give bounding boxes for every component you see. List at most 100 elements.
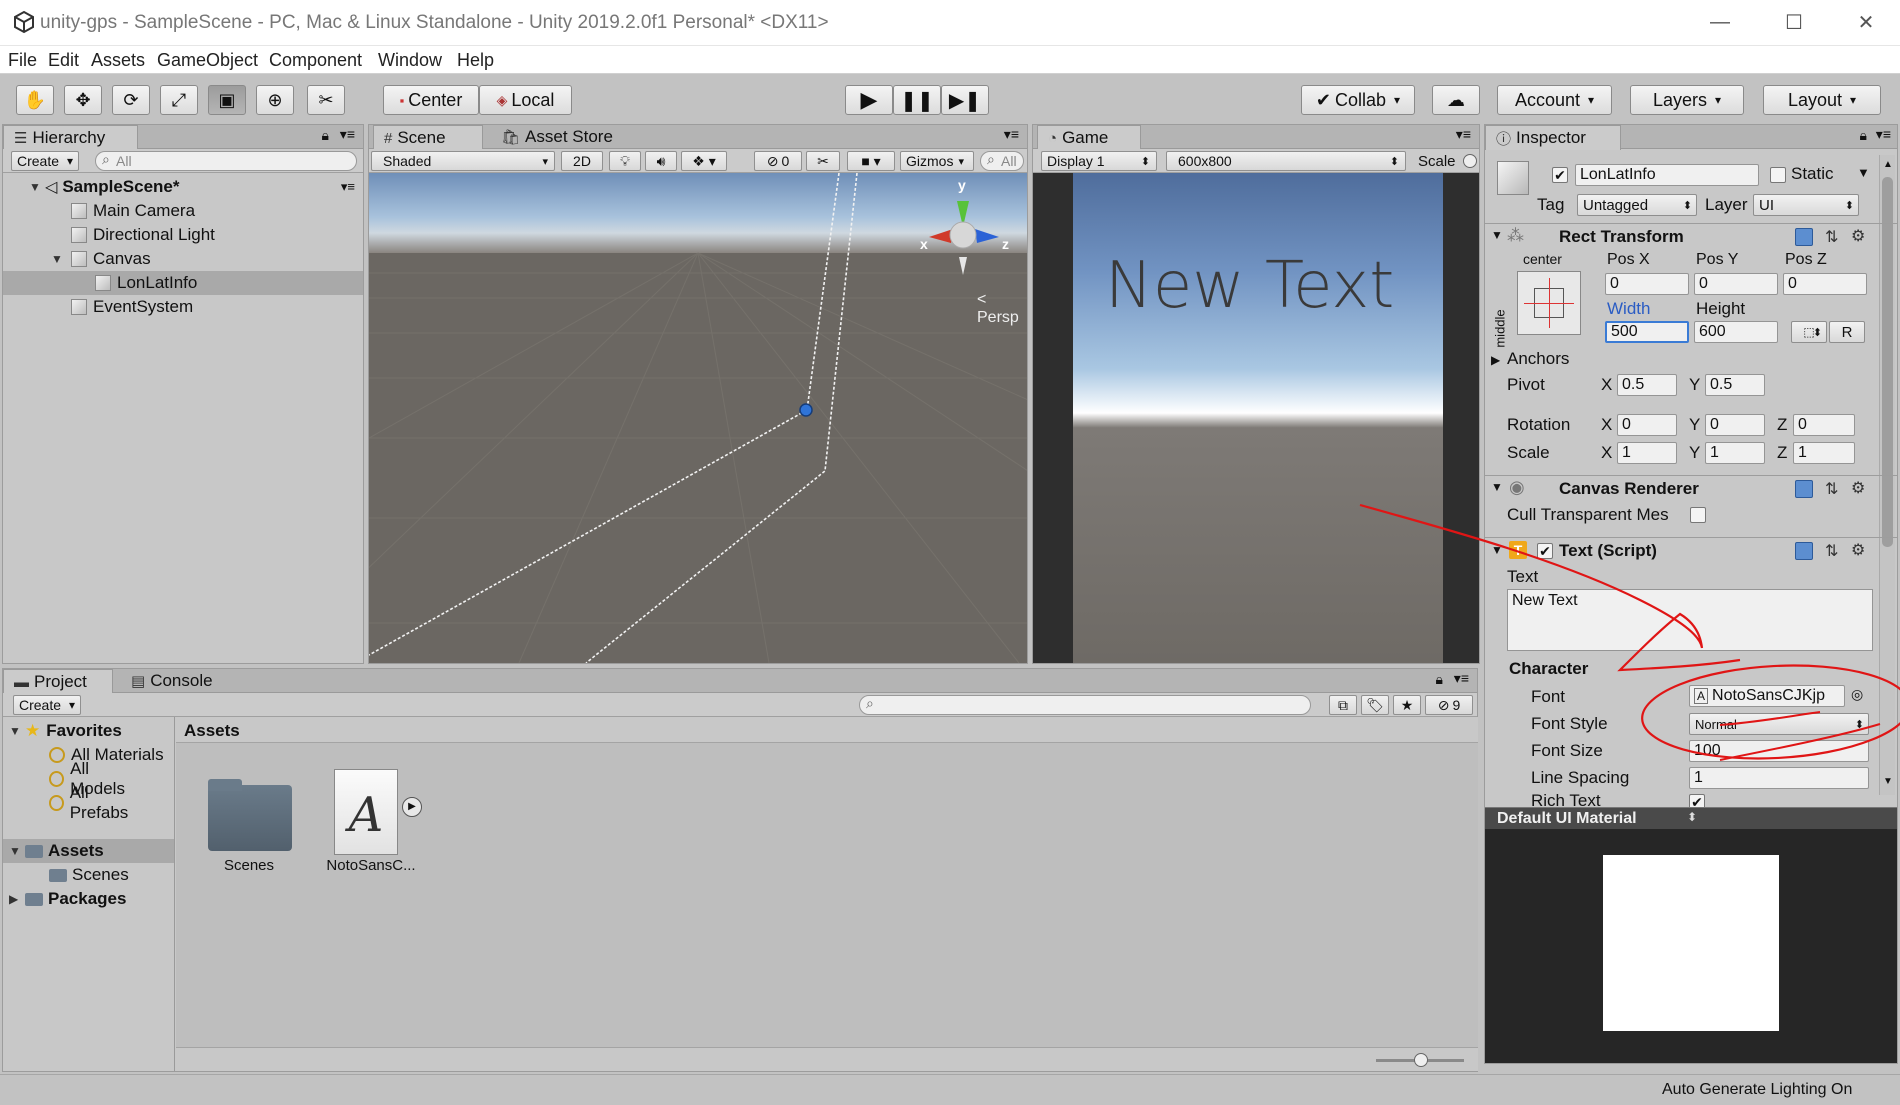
cloud-button[interactable]: ☁	[1432, 85, 1480, 115]
settings-gear-icon[interactable]: ⚙	[1851, 478, 1865, 498]
tab-scene[interactable]: # Scene	[373, 125, 483, 150]
scale-x-field[interactable]: 1	[1617, 442, 1677, 464]
text-area[interactable]: New Text	[1507, 589, 1873, 651]
width-field[interactable]: 500	[1605, 321, 1689, 343]
minimize-button[interactable]: —	[1700, 6, 1740, 38]
persp-label[interactable]: < Persp	[977, 291, 1027, 327]
scene-menu-icon[interactable]: ▾≡	[341, 179, 355, 195]
pos-z-field[interactable]: 0	[1783, 273, 1867, 295]
blueprint-mode-button[interactable]: ⬚	[1791, 321, 1827, 343]
presets-icon[interactable]: ⇅	[1825, 227, 1838, 247]
expand-arrow-icon[interactable]: ▼	[9, 724, 25, 738]
hierarchy-item-main-camera[interactable]: Main Camera	[3, 199, 363, 223]
hierarchy-search-input[interactable]: All	[95, 151, 357, 171]
hidden-packages-toggle[interactable]: ⊘ 9	[1425, 695, 1473, 715]
hierarchy-item-lonlatinfo[interactable]: LonLatInfo	[3, 271, 363, 295]
assets-folder-row[interactable]: ▼ Assets	[3, 839, 174, 863]
font-style-dropdown[interactable]: Normal	[1689, 713, 1869, 735]
effects-dropdown[interactable]: ❖ ▾	[681, 151, 727, 171]
hand-tool-button[interactable]: ✋	[16, 85, 54, 115]
rect-tool-button[interactable]: ▣	[208, 85, 246, 115]
filter-label-button[interactable]: 🏷︎	[1361, 695, 1389, 715]
presets-icon[interactable]: ⇅	[1825, 541, 1838, 561]
rotation-z-field[interactable]: 0	[1793, 414, 1855, 436]
lock-icon[interactable]: 🔒︎	[1860, 127, 1867, 144]
filter-type-button[interactable]: ⧉	[1329, 695, 1357, 715]
step-button[interactable]: ▶❚	[941, 85, 989, 115]
favorite-all-prefabs[interactable]: All Prefabs	[3, 783, 143, 822]
play-button[interactable]: ▶	[845, 85, 893, 115]
raw-edit-button[interactable]: R	[1829, 321, 1865, 343]
panel-menu-icon[interactable]: ▾≡	[1454, 670, 1469, 687]
menu-component[interactable]: Component	[269, 50, 362, 71]
asset-noto-font[interactable]: A ▶ NotoSansC...	[316, 761, 426, 875]
height-field[interactable]: 600	[1694, 321, 1778, 343]
layout-dropdown[interactable]: Layout	[1763, 85, 1881, 115]
tab-asset-store[interactable]: 🛍︎ Asset Store	[491, 125, 631, 149]
anchor-presets-button[interactable]	[1517, 271, 1581, 335]
anchors-label[interactable]: Anchors	[1507, 349, 1569, 369]
help-icon[interactable]	[1795, 542, 1813, 560]
camera-dropdown[interactable]: ■ ▾	[847, 151, 895, 171]
transform-tool-button[interactable]: ⊕	[256, 85, 294, 115]
help-icon[interactable]	[1795, 480, 1813, 498]
pivot-x-field[interactable]: 0.5	[1617, 374, 1677, 396]
scroll-down-icon[interactable]: ▼	[1883, 776, 1893, 787]
maximize-button[interactable]: ☐	[1774, 6, 1814, 38]
material-preview-header[interactable]: Default UI Material ⬍	[1485, 807, 1897, 829]
resolution-dropdown[interactable]: 600x800 ⬍	[1166, 151, 1406, 171]
scene-viewport[interactable]: y x z < Persp	[369, 173, 1027, 663]
account-dropdown[interactable]: Account	[1497, 85, 1612, 115]
hierarchy-create-button[interactable]: Create	[11, 151, 79, 171]
project-search-input[interactable]	[859, 695, 1311, 715]
asset-scenes-folder[interactable]: Scenes	[204, 771, 294, 875]
scene-search-input[interactable]: All	[980, 151, 1024, 171]
pivot-y-field[interactable]: 0.5	[1705, 374, 1765, 396]
gizmos-dropdown[interactable]: Gizmos ▾	[900, 151, 974, 171]
icon-size-slider-thumb[interactable]	[1414, 1053, 1428, 1067]
panel-menu-icon[interactable]: ▾≡	[1876, 126, 1891, 143]
lighting-toggle[interactable]: 💡︎	[609, 151, 641, 171]
expand-arrow-icon[interactable]: ▶	[9, 892, 25, 906]
presets-icon[interactable]: ⇅	[1825, 479, 1838, 499]
collapse-arrow-icon[interactable]: ▼	[1491, 480, 1503, 494]
settings-gear-icon[interactable]: ⚙	[1851, 540, 1865, 560]
hierarchy-item-directional-light[interactable]: Directional Light	[3, 223, 363, 247]
settings-gear-icon[interactable]: ⚙	[1851, 226, 1865, 246]
expand-arrow-icon[interactable]: ▼	[51, 252, 67, 266]
lock-icon[interactable]: 🔒︎	[322, 127, 329, 144]
move-tool-button[interactable]: ✥	[64, 85, 102, 115]
tab-hierarchy[interactable]: ☰ Hierarchy	[3, 125, 138, 150]
layers-dropdown[interactable]: Layers	[1630, 85, 1744, 115]
pos-x-field[interactable]: 0	[1605, 273, 1689, 295]
text-enabled-checkbox[interactable]: ✔	[1537, 543, 1553, 559]
hierarchy-item-canvas[interactable]: ▼ Canvas	[3, 247, 363, 271]
static-dropdown-icon[interactable]: ▼	[1857, 165, 1870, 180]
material-dropdown-icon[interactable]: ⬍	[1687, 810, 1697, 824]
audio-toggle[interactable]: 🔊︎	[645, 151, 677, 171]
project-create-button[interactable]: Create	[13, 695, 81, 715]
lock-icon[interactable]: 🔒︎	[1436, 671, 1443, 688]
menu-assets[interactable]: Assets	[91, 50, 145, 71]
rotation-x-field[interactable]: 0	[1617, 414, 1677, 436]
active-checkbox[interactable]: ✔	[1552, 167, 1568, 183]
scale-tool-button[interactable]: ⤢	[160, 85, 198, 115]
scale-z-field[interactable]: 1	[1793, 442, 1855, 464]
font-field[interactable]: A NotoSansCJKjp	[1689, 685, 1845, 707]
panel-menu-icon[interactable]: ▾≡	[340, 126, 355, 143]
panel-menu-icon[interactable]: ▾≡	[1004, 126, 1019, 143]
scene-tools-toggle[interactable]: ✂	[806, 151, 840, 171]
scene-row[interactable]: ▼ ◁ SampleScene* ▾≡	[3, 175, 363, 199]
scale-y-field[interactable]: 1	[1705, 442, 1765, 464]
hidden-objects-toggle[interactable]: ⊘ 0	[754, 151, 802, 171]
tab-console[interactable]: ▤ Console	[121, 669, 241, 693]
scroll-up-icon[interactable]: ▲	[1883, 159, 1893, 170]
menu-help[interactable]: Help	[457, 50, 494, 71]
custom-tool-button[interactable]: ✂	[307, 85, 345, 115]
panel-menu-icon[interactable]: ▾≡	[1456, 126, 1471, 143]
breadcrumb-assets[interactable]: Assets	[184, 721, 240, 741]
scale-slider-thumb[interactable]	[1463, 154, 1477, 168]
close-button[interactable]: ✕	[1846, 6, 1886, 38]
expand-arrow-icon[interactable]: ▼	[29, 180, 45, 194]
canvas-renderer-header[interactable]: ▼ ◉ Canvas Renderer ⇅ ⚙	[1485, 475, 1897, 501]
